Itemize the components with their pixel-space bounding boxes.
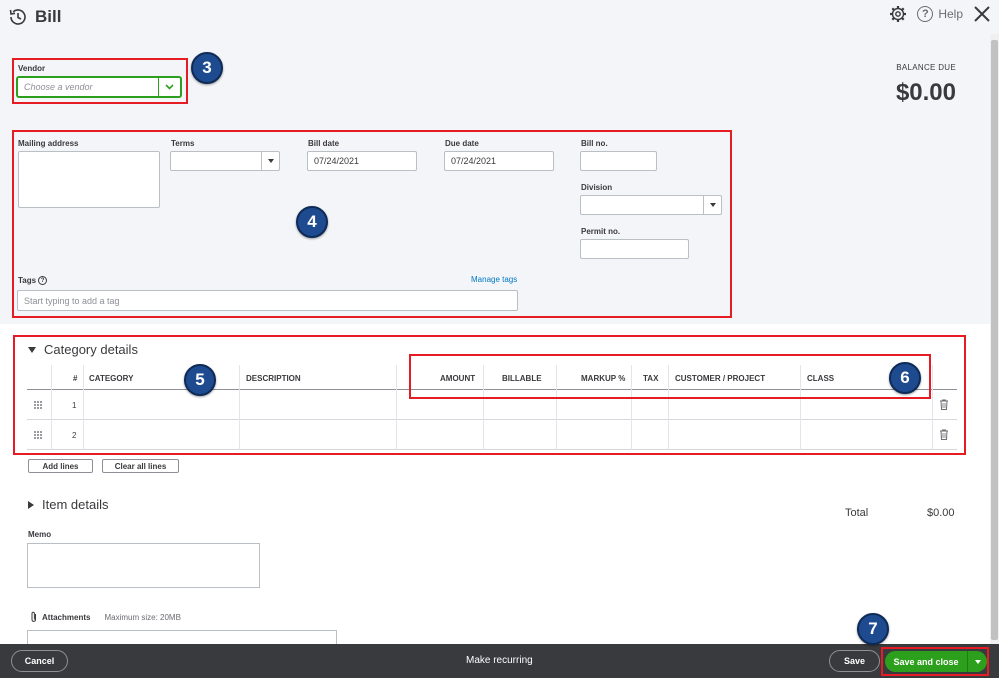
annotation-badge-5: 5: [184, 364, 216, 396]
mailing-address-label: Mailing address: [18, 139, 79, 148]
vendor-label: Vendor: [18, 64, 46, 73]
attachments-header: Attachments Maximum size: 20MB: [30, 611, 181, 623]
annotation-badge-3: 3: [191, 52, 223, 84]
drag-handle-icon[interactable]: [34, 431, 42, 439]
caret-down-icon[interactable]: [967, 651, 987, 672]
col-header-category: CATEGORY: [89, 374, 134, 383]
category-table: # CATEGORY DESCRIPTION AMOUNT BILLABLE M…: [27, 365, 957, 450]
category-details-toggle[interactable]: Category details: [28, 342, 138, 357]
bill-date-label: Bill date: [308, 139, 340, 148]
row-number: 1: [72, 401, 77, 410]
paperclip-icon: [31, 611, 36, 622]
tags-input[interactable]: Start typing to add a tag: [17, 290, 518, 311]
balance-due-label: BALANCE DUE: [896, 63, 956, 72]
division-label: Division: [581, 183, 613, 192]
bill-no-label: Bill no.: [581, 139, 608, 148]
annotation-badge-6: 6: [889, 362, 921, 394]
due-date-input[interactable]: 07/24/2021: [444, 151, 554, 171]
help-label: Help: [938, 7, 963, 21]
col-header-tax: TAX: [643, 374, 659, 383]
bill-date-value: 07/24/2021: [314, 156, 360, 166]
bill-no-input[interactable]: [580, 151, 657, 171]
due-date-label: Due date: [445, 139, 479, 148]
caret-down-icon[interactable]: [261, 152, 279, 170]
info-icon[interactable]: ?: [38, 276, 48, 286]
add-lines-button[interactable]: Add lines: [28, 459, 93, 473]
scrollbar-thumb[interactable]: [991, 40, 998, 640]
total-value: $0.00: [927, 507, 955, 519]
permit-no-input[interactable]: [580, 239, 689, 259]
vendor-placeholder: Choose a vendor: [24, 82, 93, 92]
attachments-max-size: Maximum size: 20MB: [104, 612, 181, 622]
attachments-label: Attachments: [42, 612, 91, 622]
scrollbar[interactable]: [990, 34, 999, 644]
caret-down-icon[interactable]: [703, 196, 721, 214]
row-number: 2: [72, 431, 77, 440]
total-label: Total: [845, 507, 869, 519]
category-details-title: Category details: [44, 342, 138, 357]
make-recurring-link[interactable]: Make recurring: [466, 655, 533, 666]
permit-no-label: Permit no.: [581, 227, 621, 236]
manage-tags-link[interactable]: Manage tags: [471, 275, 517, 284]
item-details-toggle[interactable]: Item details: [28, 497, 108, 512]
memo-label: Memo: [28, 530, 52, 539]
col-header-amount: AMOUNT: [440, 374, 476, 383]
annotation-badge-7: 7: [857, 613, 889, 645]
save-button[interactable]: Save: [829, 650, 880, 672]
chevron-down-icon[interactable]: [158, 78, 180, 96]
gear-icon[interactable]: [889, 5, 907, 23]
col-header-markup: MARKUP %: [581, 374, 626, 383]
col-header-description: DESCRIPTION: [246, 374, 301, 383]
mailing-address-input[interactable]: [18, 151, 160, 208]
terms-select[interactable]: [170, 151, 280, 171]
cancel-button[interactable]: Cancel: [11, 650, 68, 672]
save-and-close-label: Save and close: [893, 656, 959, 667]
due-date-value: 07/24/2021: [451, 156, 497, 166]
save-and-close-button[interactable]: Save and close: [885, 651, 987, 672]
collapse-icon: [28, 346, 36, 353]
bill-date-input[interactable]: 07/24/2021: [307, 151, 417, 171]
col-header-billable: BILLABLE: [502, 374, 542, 383]
header-bar: Bill ? Help: [0, 0, 999, 34]
col-header-customer-project: CUSTOMER / PROJECT: [675, 374, 766, 383]
clear-all-lines-button[interactable]: Clear all lines: [102, 459, 179, 473]
help-icon: ?: [917, 6, 934, 22]
division-select[interactable]: [580, 195, 722, 215]
close-icon[interactable]: [973, 5, 991, 23]
attachments-dropzone[interactable]: [27, 630, 337, 644]
col-header-class: CLASS: [807, 374, 835, 383]
item-details-title: Item details: [42, 497, 109, 512]
vendor-select[interactable]: Choose a vendor: [17, 77, 181, 97]
memo-input[interactable]: [27, 543, 260, 588]
expand-icon: [28, 500, 34, 509]
tags-placeholder: Start typing to add a tag: [24, 295, 120, 306]
drag-handle-icon[interactable]: [34, 401, 42, 409]
trash-icon[interactable]: [939, 399, 949, 410]
page-title: Bill: [35, 7, 62, 26]
col-header-number: #: [73, 374, 78, 383]
history-icon[interactable]: [8, 7, 28, 27]
tags-label: Tags?: [18, 276, 48, 286]
trash-icon[interactable]: [939, 429, 949, 440]
footer-bar: Cancel Make recurring Save: [0, 644, 999, 678]
help-button[interactable]: ? Help: [917, 6, 963, 22]
terms-label: Terms: [171, 139, 195, 148]
annotation-badge-4: 4: [296, 206, 328, 238]
balance-due-amount: $0.00: [895, 79, 956, 106]
